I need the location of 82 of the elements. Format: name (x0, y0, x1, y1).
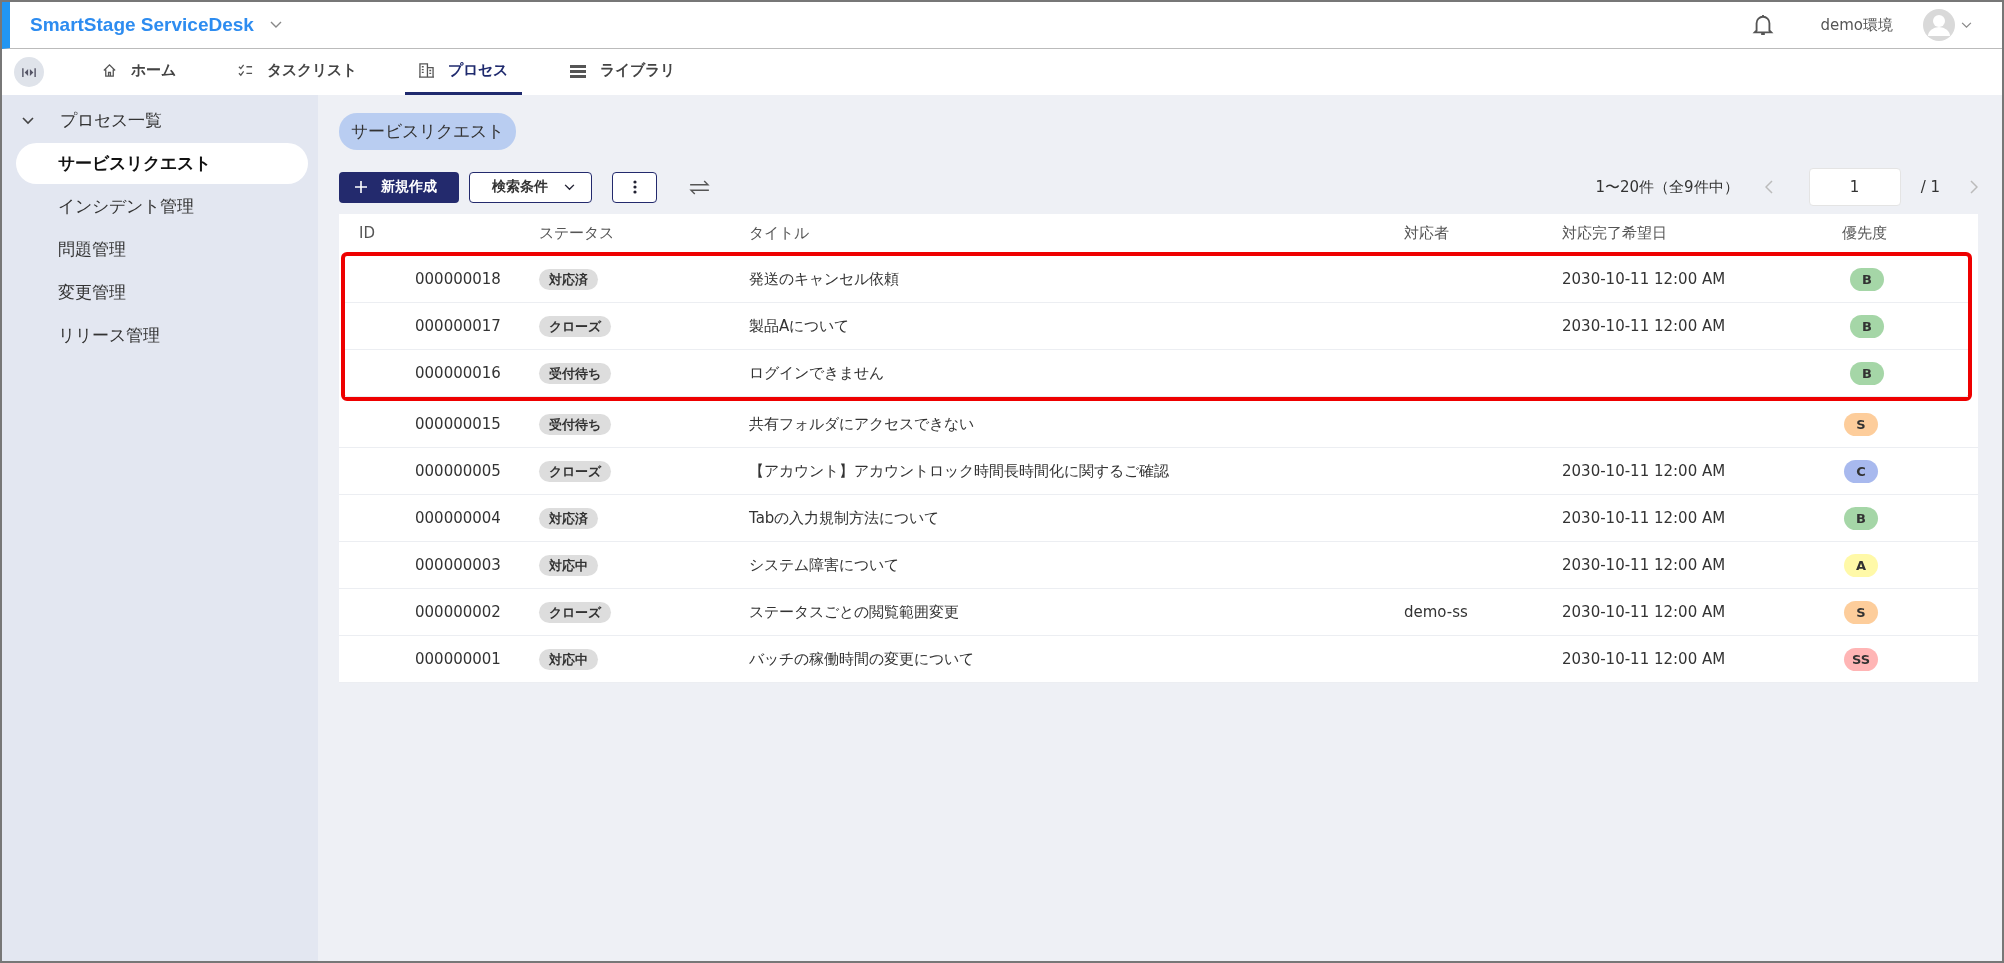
table-cell-text: ログインできません (749, 363, 885, 383)
table-cell-text: 000000018 (414, 270, 502, 288)
table-cell-text: 共有フォルダにアクセスできない (749, 414, 975, 434)
status-tag: 受付待ち (539, 362, 611, 384)
caret-icon[interactable] (269, 21, 282, 29)
home-icon (102, 63, 117, 78)
nav-tab[interactable]: タスクリスト (224, 49, 371, 95)
more-button[interactable] (612, 171, 657, 203)
table-cell-text: 【アカウント】アカウントロック時間長時間化に関するご確認 (749, 461, 1170, 481)
sidebar-item[interactable]: リリース管理 (16, 315, 308, 356)
column-header: タイトル (749, 223, 810, 243)
table-cell: 2030-10-11 12:00 AM (1562, 556, 1726, 574)
nav-tab[interactable]: プロセス (405, 49, 522, 95)
priority-badge: B (1850, 361, 1884, 385)
collapse-icon (22, 66, 36, 78)
status-tag: 対応中 (539, 554, 598, 576)
table-cell: demo-ss (1404, 603, 1468, 621)
priority-badge: A (1844, 553, 1878, 577)
priority-badge: S (1844, 600, 1878, 624)
table-cell: 2030-10-11 12:00 AM (1562, 650, 1726, 668)
priority-badge: S (1844, 412, 1878, 436)
caret-icon (564, 183, 575, 191)
chevron-icon (22, 116, 34, 125)
table-cell: 2030-10-11 12:00 AM (1562, 270, 1726, 288)
column-header: ID (359, 224, 376, 242)
nav-tab[interactable]: ホーム (88, 49, 190, 95)
list-icon (570, 63, 586, 78)
table-cell-text: 000000001 (414, 650, 502, 668)
status-tag: 対応中 (539, 648, 598, 670)
table-cell: 2030-10-11 12:00 AM (1562, 509, 1726, 527)
caret-icon[interactable] (1961, 21, 1972, 29)
sidebar-group-toggle[interactable]: プロセス一覧 (2, 99, 318, 142)
collapse-sidebar-button[interactable] (14, 57, 44, 87)
table-cell-text: 発送のキャンセル依頼 (749, 269, 900, 289)
checklist-icon (238, 63, 253, 78)
swap-icon[interactable] (689, 179, 710, 195)
column-header: 優先度 (1842, 223, 1888, 243)
nav-tab[interactable]: ライブラリ (556, 49, 689, 95)
table-cell-text: 000000004 (414, 509, 502, 527)
table-cell-text: 000000015 (414, 415, 502, 433)
new-button[interactable]: 新規作成 (339, 171, 459, 203)
more-icon (632, 180, 637, 194)
bell-icon[interactable] (1752, 13, 1775, 37)
table-cell-text: 000000016 (414, 364, 502, 382)
column-header: 対応完了希望日 (1562, 223, 1668, 243)
table-cell-text: ステータスごとの閲覧範囲変更 (749, 602, 960, 622)
status-tag: 対応済 (539, 507, 598, 529)
filter-button[interactable]: 検索条件 (469, 171, 592, 203)
status-tag: クローズ (539, 601, 611, 623)
sidebar-item[interactable]: 問題管理 (16, 229, 308, 270)
table-cell-text: Tabの入力規制方法について (749, 508, 941, 528)
priority-badge: C (1844, 459, 1878, 483)
status-tag: クローズ (539, 460, 611, 482)
sidebar-item[interactable]: 変更管理 (16, 272, 308, 313)
page-title-chip: サービスリクエスト (339, 113, 516, 150)
table-cell: 2030-10-11 12:00 AM (1562, 603, 1726, 621)
table-cell-text: バッチの稼働時間の変更について (749, 649, 975, 669)
sidebar-item[interactable]: サービスリクエスト (16, 143, 308, 184)
priority-badge: B (1844, 506, 1878, 530)
table-cell-text: 000000002 (414, 603, 502, 621)
environment-label[interactable]: demo環境 (1820, 15, 1893, 35)
status-tag: クローズ (539, 315, 611, 337)
page-total: / 1 (1920, 178, 1940, 196)
table-cell-text: 000000017 (414, 317, 502, 335)
building-icon (419, 63, 434, 78)
column-header: ステータス (539, 223, 615, 243)
page-number-field[interactable]: 1 (1808, 168, 1901, 206)
table-cell-text: システム障害について (749, 555, 900, 575)
table-cell: 2030-10-11 12:00 AM (1562, 462, 1726, 480)
status-tag: 対応済 (539, 268, 598, 290)
pagination-summary: 1〜20件（全9件中） (1595, 177, 1739, 197)
priority-badge: SS (1844, 647, 1878, 671)
table-cell: 2030-10-11 12:00 AM (1562, 317, 1726, 335)
sidebar-item[interactable]: インシデント管理 (16, 186, 308, 227)
priority-badge: B (1850, 314, 1884, 338)
plus-icon (355, 181, 367, 193)
table-cell-text: 000000003 (414, 556, 502, 574)
table-cell-text: 000000005 (414, 462, 502, 480)
priority-badge: B (1850, 267, 1884, 291)
status-tag: 受付待ち (539, 413, 611, 435)
table-cell-text: 製品Aについて (749, 316, 851, 336)
column-header: 対応者 (1404, 223, 1450, 243)
